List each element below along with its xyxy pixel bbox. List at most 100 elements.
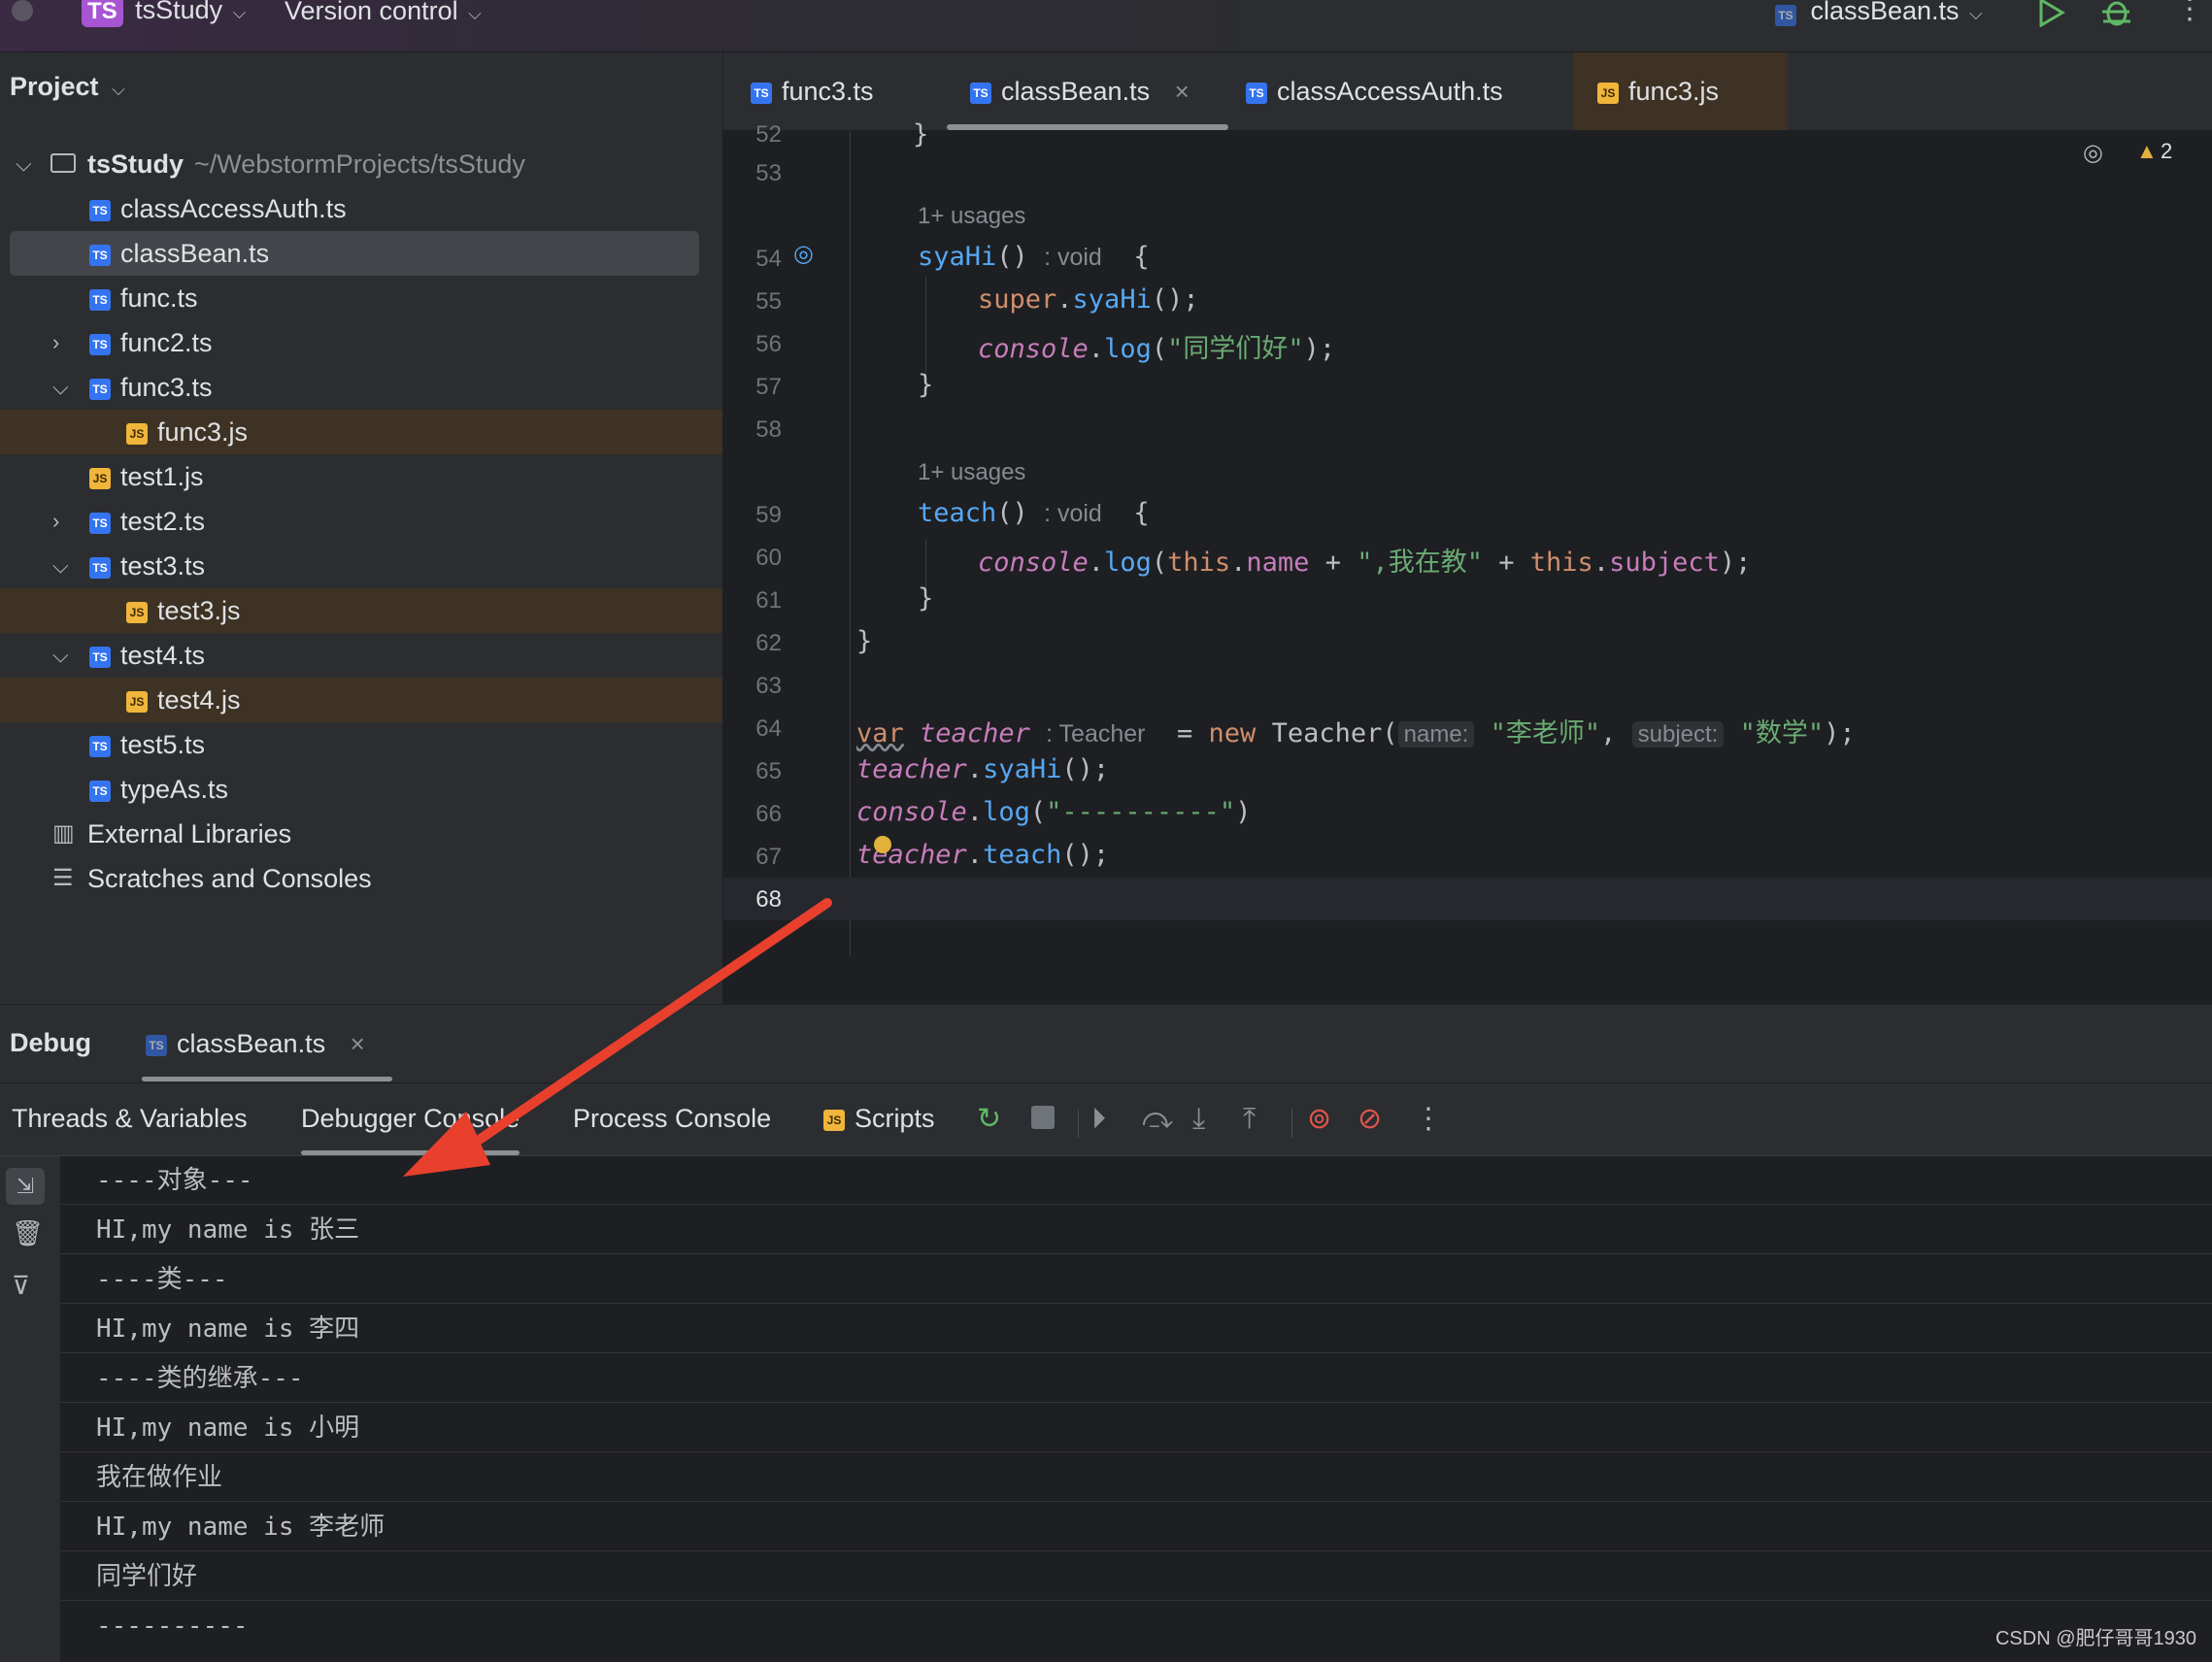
- tab-classbean-ts[interactable]: TS classBean.ts ×: [947, 52, 1228, 130]
- tab-scripts[interactable]: JS Scripts: [823, 1083, 935, 1155]
- mute-breakpoints-icon[interactable]: ⊘: [1357, 1103, 1382, 1136]
- scratches-icon: ☰: [52, 865, 74, 891]
- tree-item-label: typeAs.ts: [120, 775, 229, 804]
- tree-item-test4[interactable]: ⌵ TS test4.ts: [0, 633, 722, 678]
- debug-toolbar: Threads & Variables Debugger Console Pro…: [0, 1083, 2212, 1156]
- project-selector[interactable]: TS tsStudy ⌵: [82, 0, 246, 27]
- rerun-icon[interactable]: ↻: [977, 1103, 1001, 1136]
- usages-hint[interactable]: 1+ usages: [918, 459, 1025, 486]
- tree-item-typeas[interactable]: TS typeAs.ts: [0, 767, 722, 812]
- tree-item-label: test1.js: [120, 462, 204, 491]
- chevron-down-icon[interactable]: ⌵: [52, 633, 69, 678]
- console-line: ----------: [96, 1612, 249, 1641]
- tree-item-func3-js[interactable]: JS func3.js: [0, 410, 722, 454]
- tree-item-external-libraries[interactable]: ▥ External Libraries: [0, 812, 722, 856]
- step-into-icon[interactable]: ⤓: [1192, 1103, 1205, 1136]
- ts-file-icon: TS: [751, 82, 772, 104]
- tab-debugger-console[interactable]: Debugger Console: [291, 1083, 529, 1155]
- run-icon[interactable]: [2037, 0, 2066, 27]
- window-close-dot[interactable]: [12, 0, 33, 21]
- line-number: 59: [755, 502, 782, 528]
- view-breakpoints-icon[interactable]: ⊚: [1307, 1103, 1331, 1136]
- tab-label: Scripts: [855, 1104, 935, 1133]
- code-line: }: [918, 583, 934, 614]
- more-icon[interactable]: ⋮: [2175, 0, 2204, 26]
- code-line: teacher.teach();: [856, 840, 1110, 870]
- ts-file-icon: TS: [970, 82, 991, 104]
- line-number: 56: [755, 331, 782, 357]
- tree-item-func3[interactable]: ⌵ TS func3.ts: [0, 365, 722, 410]
- tree-item-test3[interactable]: ⌵ TS test3.ts: [0, 544, 722, 588]
- chevron-down-icon[interactable]: ⌵: [52, 365, 69, 410]
- debug-icon[interactable]: [2100, 0, 2133, 27]
- ts-file-icon: TS: [89, 378, 111, 400]
- tree-item-test3-js[interactable]: JS test3.js: [0, 588, 722, 633]
- console-line: ----类的继承---: [61, 1354, 2212, 1403]
- tree-item-func2[interactable]: › TS func2.ts: [0, 320, 722, 365]
- debug-session-tab[interactable]: TS classBean.ts ×: [146, 1005, 365, 1082]
- debugger-console[interactable]: ----对象--- HI,my name is 张三 ----类--- HI,m…: [61, 1156, 2212, 1662]
- tab-threads-variables[interactable]: Threads & Variables: [12, 1083, 248, 1155]
- override-method-icon[interactable]: ◎: [793, 240, 814, 268]
- code-line: }: [856, 626, 873, 656]
- warning-icon[interactable]: ▲: [2136, 139, 2158, 164]
- filter-icon[interactable]: ⊽: [12, 1271, 30, 1301]
- more-icon[interactable]: ⋮: [1414, 1103, 1443, 1136]
- tab-func3-ts[interactable]: TS func3.ts: [751, 52, 945, 130]
- line-number: 68: [755, 886, 782, 913]
- tree-item-test5[interactable]: TS test5.ts: [0, 722, 722, 767]
- line-number: 55: [755, 288, 782, 315]
- ts-file-icon: TS: [89, 780, 111, 802]
- chevron-down-icon[interactable]: ⌵: [52, 544, 69, 588]
- ts-file-icon: TS: [89, 646, 111, 668]
- tree-item-test1[interactable]: JS test1.js: [0, 454, 722, 499]
- tree-item-label: func.ts: [120, 283, 198, 313]
- usages-hint[interactable]: 1+ usages: [918, 203, 1025, 230]
- debug-title: Debug: [10, 1028, 91, 1057]
- tab-classaccessauth-ts[interactable]: TS classAccessAuth.ts: [1246, 52, 1537, 130]
- line-number: 62: [755, 630, 782, 656]
- tree-item-label: External Libraries: [87, 819, 292, 848]
- project-panel-header[interactable]: Project ⌵: [10, 72, 125, 102]
- line-number: 61: [755, 587, 782, 614]
- line-number: 54: [755, 246, 782, 272]
- tree-item-label: classBean.ts: [120, 239, 270, 268]
- code-editor[interactable]: ◎ ▲ 2 52 53 54 55 56 57 58 59 60 61 62 6…: [723, 119, 2212, 1003]
- run-config-selector[interactable]: TS classBean.ts ⌵: [1775, 0, 1983, 26]
- console-side-toolbar: ⇲ 🗑 ⊽: [0, 1156, 60, 1662]
- chevron-right-icon[interactable]: ›: [52, 499, 59, 544]
- step-over-icon[interactable]: ⤼: [1142, 1103, 1173, 1136]
- tree-root[interactable]: ⌵ tsStudy ~/WebstormProjects/tsStudy: [0, 142, 722, 186]
- code-line: }: [913, 119, 929, 150]
- tree-item-scratches[interactable]: ☰ Scratches and Consoles: [0, 856, 722, 901]
- scroll-to-end-icon[interactable]: ⇲: [6, 1168, 45, 1205]
- trash-icon[interactable]: 🗑: [12, 1218, 44, 1248]
- tab-func3-js[interactable]: JS func3.js: [1574, 52, 1788, 130]
- title-bar: TS tsStudy ⌵ Version control ⌵ TS classB…: [0, 0, 2212, 52]
- reader-mode-icon[interactable]: ◎: [2083, 139, 2103, 167]
- step-out-icon[interactable]: ⤒: [1243, 1103, 1256, 1136]
- chevron-right-icon[interactable]: ›: [52, 320, 59, 365]
- run-config-label: classBean.ts: [1810, 0, 1960, 25]
- close-icon[interactable]: ×: [1175, 77, 1190, 106]
- vcs-selector[interactable]: Version control ⌵: [285, 0, 482, 26]
- library-icon: ▥: [52, 820, 75, 847]
- close-icon[interactable]: ×: [351, 1029, 365, 1058]
- tree-item-test2[interactable]: › TS test2.ts: [0, 499, 722, 544]
- tab-process-console[interactable]: Process Console: [573, 1083, 771, 1155]
- tree-item-label: test5.ts: [120, 730, 206, 759]
- ts-file-icon: TS: [146, 1034, 167, 1056]
- code-line: super.syaHi();: [978, 284, 1199, 315]
- root-name: tsStudy: [87, 150, 184, 179]
- root-path: ~/WebstormProjects/tsStudy: [194, 150, 525, 179]
- chevron-down-icon: ⌵: [1968, 4, 1983, 23]
- tree-item-test4-js[interactable]: JS test4.js: [0, 678, 722, 722]
- resume-icon[interactable]: ⏵: [1091, 1103, 1106, 1136]
- console-line: HI,my name is 李四: [61, 1305, 2212, 1353]
- stop-icon[interactable]: [1031, 1106, 1055, 1129]
- warnings-count[interactable]: 2: [2161, 139, 2172, 164]
- tree-item-func[interactable]: TS func.ts: [0, 276, 722, 320]
- tree-item-classbean[interactable]: TS classBean.ts: [10, 231, 699, 276]
- lightbulb-icon[interactable]: [874, 836, 891, 853]
- tree-item-classaccessauth[interactable]: TS classAccessAuth.ts: [0, 186, 722, 231]
